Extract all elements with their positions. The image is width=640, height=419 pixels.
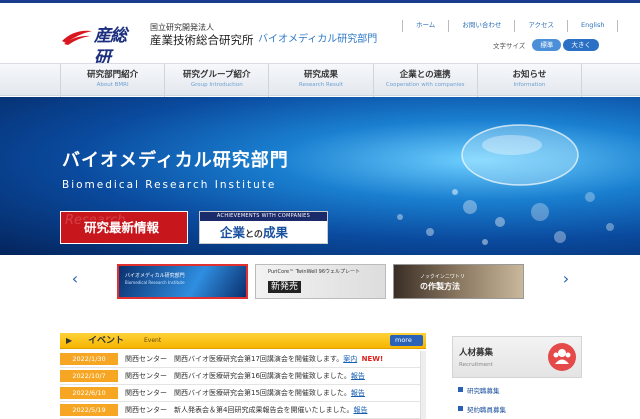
- event-row: 2022/1/30 関西センター 関西バイオ医療研究会第17回講演会を開催致しま…: [60, 351, 420, 368]
- event-text: 関西センター 関西バイオ医療研究会第15回講演会を開催致しました。報告: [125, 388, 365, 399]
- event-row: 2022/6/10 関西センター 関西バイオ医療研究会第15回講演会を開催致しま…: [60, 385, 420, 402]
- thumb-caption: PuriCore™ TwinWell 96ウェルプレート: [268, 269, 361, 275]
- research-news-label: 研究最新情報: [81, 220, 163, 236]
- researcher-recruitment-link[interactable]: 研究職募集: [458, 386, 500, 396]
- recruit-link-label: 契約職員募集: [467, 406, 506, 414]
- nav-item-results[interactable]: 研究成果 Research Result: [269, 64, 374, 97]
- contract-staff-recruitment-link[interactable]: 契約職員募集: [458, 405, 506, 415]
- thumb-caption: ノックインニワトリ: [420, 274, 465, 280]
- font-size-label: 文字サイズ: [493, 42, 526, 50]
- achievements-caption: ACHIEVEMENTS WITH COMPANIES: [200, 212, 327, 221]
- carousel-thumb-chicken[interactable]: ノックインニワトリ の作製方法: [393, 264, 524, 299]
- event-description: 関西センター 新人発表会＆第4回研究成果報告会を開催いたしました。: [125, 406, 354, 414]
- achievements-label: 企業との成果: [220, 224, 288, 244]
- event-description: 関西センター 関西バイオ医療研究会第16回講演会を開催致しました。: [125, 372, 351, 380]
- thumb-headline: 新発売: [268, 281, 302, 293]
- aist-logo[interactable]: 産総研: [60, 25, 140, 68]
- nav-sublabel: Information: [513, 82, 546, 88]
- main-nav: 研究部門紹介 About BMRI 研究グループ紹介 Group Introdu…: [0, 63, 640, 97]
- events-list: 2022/1/30 関西センター 関西バイオ医療研究会第17回講演会を開催致しま…: [60, 351, 420, 419]
- achievements-connector: との: [245, 230, 263, 240]
- nav-label: お知らせ: [512, 70, 547, 80]
- achievements-word-2: 成果: [262, 225, 288, 240]
- event-text: 関西センター 新人発表会＆第4回研究成果報告会を開催いたしました。報告: [125, 405, 367, 416]
- event-date: 2022/10/7: [60, 370, 118, 382]
- nav-label: 研究成果: [304, 70, 339, 80]
- home-link[interactable]: ホーム: [402, 20, 448, 32]
- english-link[interactable]: English: [567, 20, 619, 32]
- event-link[interactable]: 報告: [351, 389, 365, 397]
- events-panel: ▶ イベント Event more 2022/1/30 関西センター 関西バイオ…: [60, 333, 426, 419]
- banner-carousel: ‹ バイオメディカル研究部門 Biomedical Research Insti…: [0, 256, 640, 306]
- font-size-standard-button[interactable]: 標準: [532, 39, 562, 51]
- carousel-thumb-new-product[interactable]: PuriCore™ TwinWell 96ウェルプレート 新発売: [255, 264, 386, 299]
- recruitment-title: 人材募集: [459, 348, 494, 358]
- event-date: 2022/1/30: [60, 353, 118, 365]
- nav-sublabel: Cooperation with companies: [385, 82, 465, 88]
- org-name: 産業技術総合研究所: [150, 33, 254, 47]
- hero-subtitle: Biomedical Research Institute: [62, 179, 277, 191]
- events-title: イベント: [88, 336, 125, 346]
- logo-swoosh-icon: [62, 30, 92, 45]
- carousel-prev-icon[interactable]: ‹: [68, 270, 82, 288]
- hero-title: バイオメディカル研究部門: [62, 150, 289, 171]
- utility-links: ホーム お問い合わせ アクセス English: [402, 20, 619, 32]
- nav-sublabel: Research Result: [299, 82, 343, 88]
- thumb-headline: の作製方法: [420, 282, 460, 291]
- event-date: 2022/6/10: [60, 387, 118, 399]
- bullet-icon: [458, 406, 463, 411]
- nav-label: 研究グループ紹介: [183, 70, 251, 80]
- nav-item-groups[interactable]: 研究グループ紹介 Group Introduction: [165, 64, 270, 97]
- carousel-thumb-bmri[interactable]: バイオメディカル研究部門 Biomedical Research Institu…: [117, 264, 248, 299]
- nav-item-information[interactable]: お知らせ Information: [478, 64, 583, 97]
- recruitment-header[interactable]: 人材募集 Recruitment: [452, 336, 582, 378]
- contact-link[interactable]: お問い合わせ: [448, 20, 514, 32]
- nav-sublabel: Group Introduction: [190, 82, 243, 88]
- company-achievements-button[interactable]: ACHIEVEMENTS WITH COMPANIES 企業との成果: [199, 211, 328, 244]
- site-header: 産総研 国立研究開発法人 産業技術総合研究所 バイオメディカル研究部門 ホーム …: [0, 3, 640, 68]
- org-subtitle: 国立研究開発法人: [150, 23, 214, 32]
- nav-label: 研究部門紹介: [87, 70, 139, 80]
- recruitment-panel: 人材募集 Recruitment 研究職募集 契約職員募集: [452, 336, 582, 419]
- event-link[interactable]: 報告: [351, 372, 365, 380]
- nav-item-cooperation[interactable]: 企業との連携 Cooperation with companies: [374, 64, 478, 97]
- event-flag-icon: ▶: [66, 336, 73, 345]
- events-scrollbar[interactable]: [420, 351, 426, 419]
- event-description: 関西センター 関西バイオ医療研究会第15回講演会を開催致しました。: [125, 389, 351, 397]
- recruitment-title-en: Recruitment: [459, 362, 493, 368]
- events-header: ▶ イベント Event more: [60, 333, 426, 349]
- recruit-link-label: 研究職募集: [467, 387, 500, 395]
- nav-item-about[interactable]: 研究部門紹介 About BMRI: [60, 64, 166, 97]
- carousel-next-icon[interactable]: ›: [559, 270, 573, 288]
- achievements-word-1: 企業: [220, 225, 246, 240]
- font-size-switcher: 文字サイズ 標準 大きく: [493, 39, 599, 51]
- thumb-subcaption: Biomedical Research Institute: [125, 280, 185, 285]
- events-more-button[interactable]: more: [390, 335, 423, 346]
- event-row: 2022/5/19 関西センター 新人発表会＆第4回研究成果報告会を開催いたしま…: [60, 402, 420, 419]
- people-icon: [548, 343, 576, 371]
- research-news-button[interactable]: Research 研究最新情報: [60, 211, 188, 244]
- event-link[interactable]: 案内: [343, 355, 357, 363]
- nav-sublabel: About BMRI: [96, 82, 129, 88]
- new-badge: NEW!: [361, 355, 384, 363]
- event-description: 関西センター 関西バイオ医療研究会第17回講演会を開催致します。: [125, 355, 344, 363]
- thumb-caption: バイオメディカル研究部門: [125, 273, 185, 279]
- nav-label: 企業との連携: [399, 70, 451, 80]
- department-name[interactable]: バイオメディカル研究部門: [258, 33, 377, 47]
- event-date: 2022/5/19: [60, 404, 118, 416]
- events-title-en: Event: [144, 337, 162, 344]
- access-link[interactable]: アクセス: [514, 20, 567, 32]
- event-row: 2022/10/7 関西センター 関西バイオ医療研究会第16回講演会を開催致しま…: [60, 368, 420, 385]
- bullet-icon: [458, 387, 463, 392]
- event-text: 関西センター 関西バイオ医療研究会第17回講演会を開催致します。案内 NEW!: [125, 354, 383, 365]
- event-text: 関西センター 関西バイオ医療研究会第16回講演会を開催致しました。報告: [125, 371, 365, 382]
- font-size-large-button[interactable]: 大きく: [563, 39, 599, 51]
- event-link[interactable]: 報告: [353, 406, 367, 414]
